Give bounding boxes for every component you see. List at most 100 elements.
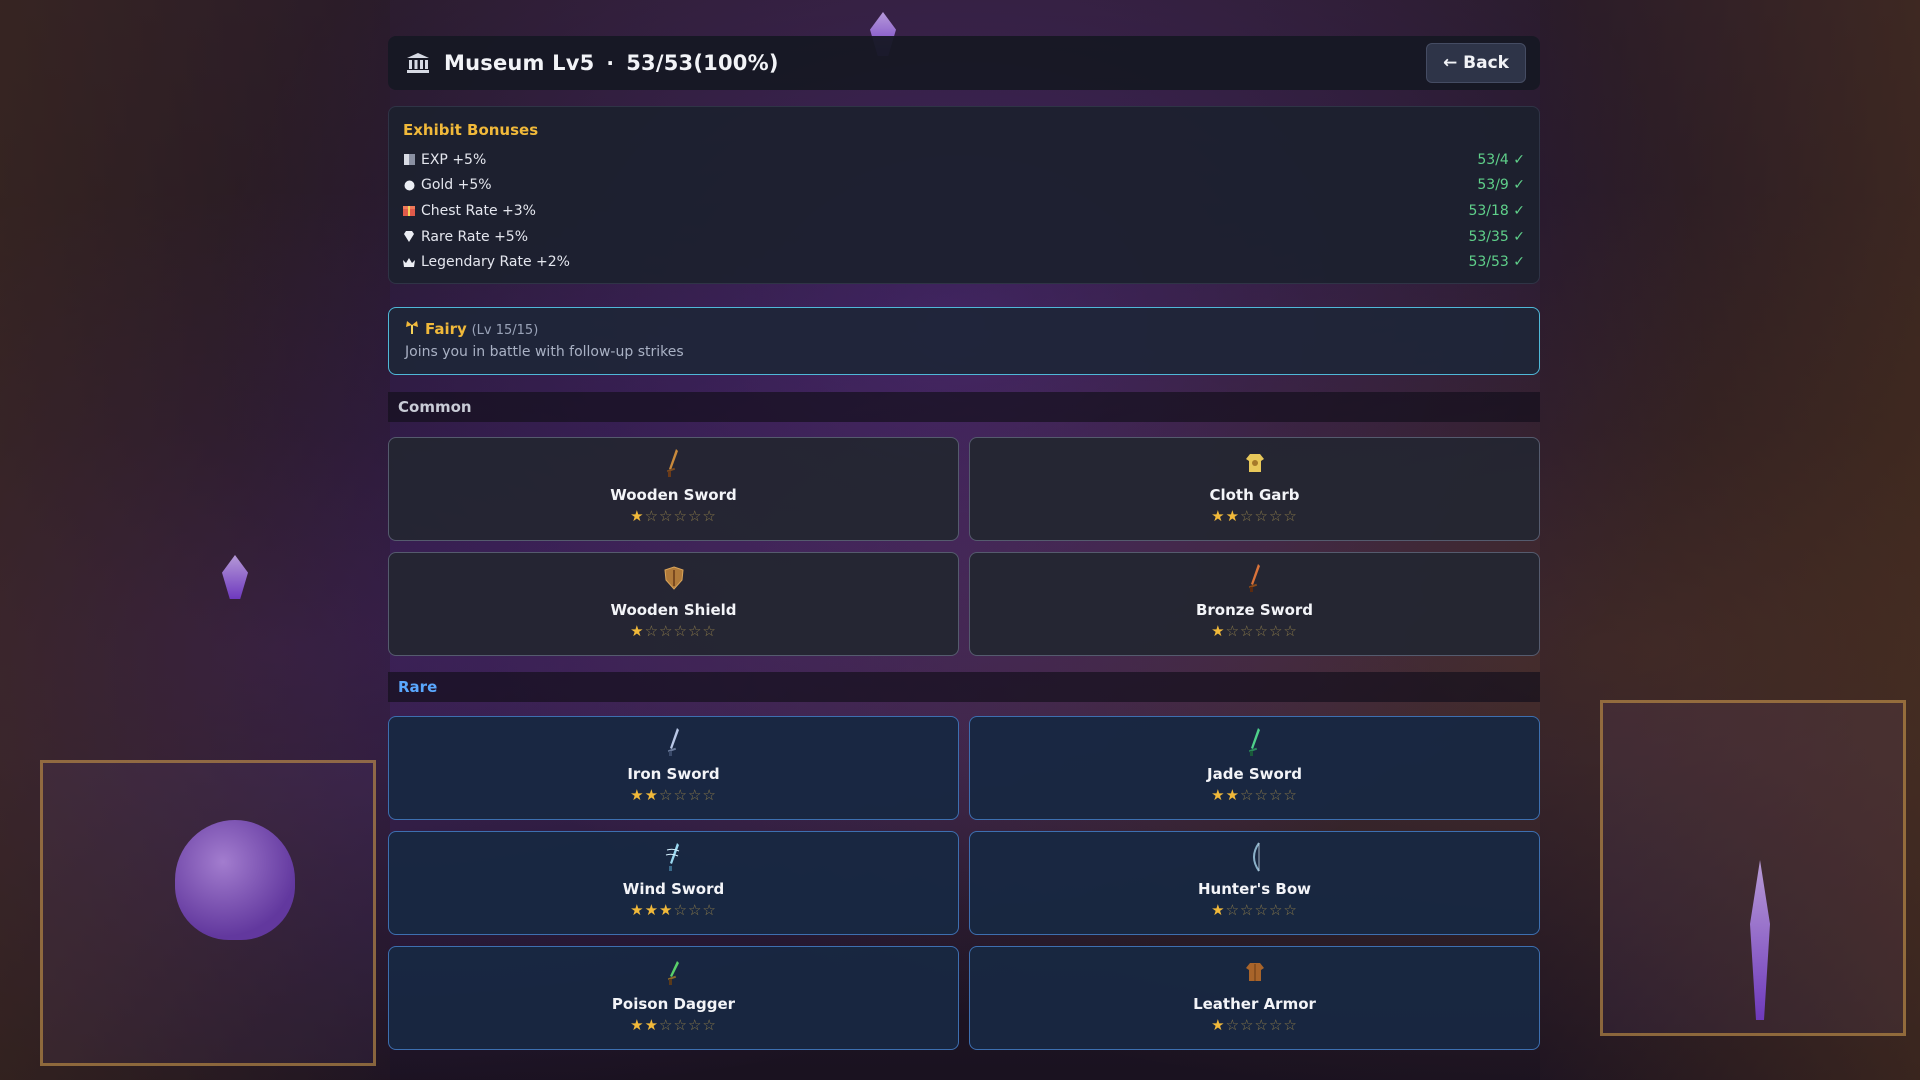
star-empty-icon: ☆ [673,507,688,525]
bonus-count: 53/9 ✓ [1477,177,1525,194]
star-filled-icon: ★ [1211,622,1226,640]
chest-icon [403,205,415,217]
star-empty-icon: ☆ [659,622,674,640]
star-filled-icon: ★ [630,901,645,919]
bonus-count: 53/4 ✓ [1477,151,1525,168]
star-empty-icon: ☆ [673,901,688,919]
star-empty-icon: ☆ [1240,1016,1255,1034]
item-card[interactable]: Iron Sword ★★☆☆☆☆ [388,716,959,820]
bonus-row-rare: Rare Rate +5% 53/35 ✓ [403,224,1525,250]
crown-icon [403,256,415,268]
wind-sword-icon [659,842,689,872]
item-star-rating: ★☆☆☆☆☆ [1211,622,1298,640]
bonus-label: EXP +5% [421,151,487,168]
display-case-right [1600,700,1906,1036]
star-empty-icon: ☆ [702,622,717,640]
item-card[interactable]: Hunter's Bow ★☆☆☆☆☆ [969,831,1540,935]
bonus-label: Legendary Rate +2% [421,254,570,271]
star-filled-icon: ★ [1211,507,1226,525]
star-empty-icon: ☆ [1240,622,1255,640]
item-card[interactable]: Poison Dagger ★★☆☆☆☆ [388,946,959,1050]
item-star-rating: ★☆☆☆☆☆ [630,622,717,640]
wooden-shield-icon [659,563,689,593]
collection-progress: 53/53(100%) [626,51,779,75]
exp-icon [403,154,415,166]
star-empty-icon: ☆ [1268,1016,1284,1034]
bonus-row-exp: EXP +5% 53/4 ✓ [403,147,1525,173]
star-empty-icon: ☆ [1240,901,1255,919]
star-empty-icon: ☆ [1268,786,1284,804]
star-empty-icon: ☆ [1268,507,1284,525]
star-empty-icon: ☆ [687,1016,703,1034]
star-empty-icon: ☆ [1254,622,1269,640]
item-card[interactable]: Wooden Sword ★☆☆☆☆☆ [388,437,959,541]
item-star-rating: ★★☆☆☆☆ [1211,507,1298,525]
star-empty-icon: ☆ [1254,901,1269,919]
star-empty-icon: ☆ [644,507,660,525]
item-star-rating: ★★☆☆☆☆ [630,1016,717,1034]
section-label-common: Common [388,392,1540,422]
star-filled-icon: ★ [630,622,645,640]
exhibit-bonuses-panel: Exhibit Bonuses EXP +5% 53/4 ✓ Gold +5% … [388,106,1540,284]
hunters-bow-icon [1240,842,1270,872]
bonus-row-gold: Gold +5% 53/9 ✓ [403,173,1525,199]
star-empty-icon: ☆ [1283,786,1298,804]
section-label-rare: Rare [388,672,1540,702]
star-filled-icon: ★ [1211,901,1226,919]
left-shelf-decor [0,0,390,1080]
star-empty-icon: ☆ [1225,901,1241,919]
crystal-sword-decor [1750,860,1770,1020]
poison-dagger-icon [659,957,689,987]
bonus-label: Gold +5% [421,177,492,194]
star-empty-icon: ☆ [673,1016,688,1034]
item-star-rating: ★★☆☆☆☆ [1211,786,1298,804]
star-filled-icon: ★ [644,901,660,919]
gold-icon [403,179,415,191]
star-empty-icon: ☆ [659,786,674,804]
star-empty-icon: ☆ [702,786,717,804]
star-empty-icon: ☆ [687,507,703,525]
star-empty-icon: ☆ [659,1016,674,1034]
star-filled-icon: ★ [630,507,645,525]
crystal-decor [222,555,248,599]
item-card[interactable]: Jade Sword ★★☆☆☆☆ [969,716,1540,820]
fairy-companion-panel[interactable]: Fairy (Lv 15/15) Joins you in battle wit… [388,307,1540,375]
star-empty-icon: ☆ [687,786,703,804]
star-empty-icon: ☆ [687,622,703,640]
display-case-left [40,760,376,1066]
slime-exhibit [175,820,295,940]
fairy-title-line: Fairy (Lv 15/15) [405,320,1523,338]
right-shelf-decor [1540,0,1920,1080]
fairy-level: (Lv 15/15) [471,323,539,338]
gem-icon [403,231,415,243]
item-card[interactable]: Bronze Sword ★☆☆☆☆☆ [969,552,1540,656]
item-star-rating: ★★★☆☆☆ [630,901,717,919]
item-name: Hunter's Bow [1198,880,1311,898]
title-separator: · [606,51,615,75]
common-items-grid: Wooden Sword ★☆☆☆☆☆ Cloth Garb ★★☆☆☆☆ Wooden… [388,437,1540,656]
item-card[interactable]: Wind Sword ★★★☆☆☆ [388,831,959,935]
back-button[interactable]: ← Back [1426,43,1526,83]
item-star-rating: ★☆☆☆☆☆ [1211,1016,1298,1034]
star-empty-icon: ☆ [687,901,703,919]
item-card[interactable]: Cloth Garb ★★☆☆☆☆ [969,437,1540,541]
star-filled-icon: ★ [659,901,674,919]
museum-icon [406,52,430,74]
star-empty-icon: ☆ [673,622,688,640]
wooden-sword-icon [659,448,689,478]
fairy-description: Joins you in battle with follow-up strik… [405,344,684,360]
star-empty-icon: ☆ [1268,622,1284,640]
star-filled-icon: ★ [1211,1016,1226,1034]
iron-sword-icon [659,727,689,757]
star-empty-icon: ☆ [1268,901,1284,919]
bonus-count: 53/53 ✓ [1468,254,1525,271]
item-name: Cloth Garb [1209,486,1300,504]
star-empty-icon: ☆ [659,507,674,525]
item-name: Iron Sword [627,765,720,783]
star-empty-icon: ☆ [1254,507,1269,525]
star-empty-icon: ☆ [1283,1016,1298,1034]
star-empty-icon: ☆ [1283,622,1298,640]
item-card[interactable]: Wooden Shield ★☆☆☆☆☆ [388,552,959,656]
item-card[interactable]: Leather Armor ★☆☆☆☆☆ [969,946,1540,1050]
star-empty-icon: ☆ [1254,786,1269,804]
